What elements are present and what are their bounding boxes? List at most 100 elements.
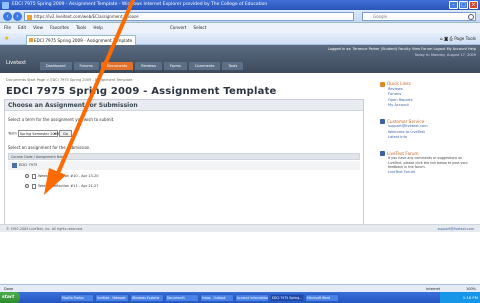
taskbar-item[interactable]: Inbox - Outlook — [200, 293, 234, 302]
date-text: Today is: Monday, August 17, 2009 — [414, 53, 476, 57]
logo-suffix: text — [16, 60, 27, 66]
minimize-button[interactable]: – — [449, 1, 458, 9]
menu-file[interactable]: File — [4, 23, 11, 33]
url-field[interactable]: https://lv2.liveitext.com/web/EC/assignm… — [24, 12, 354, 21]
main-nav: Dashboard Forums Documents Reviews Forms… — [40, 62, 244, 70]
forum-title-text: LiveText Forum — [387, 150, 419, 156]
window-titlebar: EDCI 7975 Spring 2009 - Assignment Templ… — [0, 0, 480, 10]
course-folder-icon — [12, 162, 17, 168]
page-title: EDCI 7975 Spring 2009 - Assignment Templ… — [6, 86, 277, 97]
assignment-instruction: Select an assignment for the submission. — [8, 145, 91, 150]
go-button[interactable]: Go — [59, 130, 72, 137]
user-links[interactable]: Logged in as: Terrence Parker (Student) … — [250, 47, 476, 51]
taskbar-item-active[interactable]: EDCI 7975 Spring... — [270, 293, 304, 302]
quick-links-title-text: Quick Links — [387, 81, 411, 86]
forum-description: If you have any comments or suggestions … — [388, 156, 468, 169]
tab-favicon-icon — [29, 38, 33, 42]
customer-service-icon — [380, 119, 385, 124]
menu-help[interactable]: Help — [93, 23, 103, 33]
assignment-radio[interactable] — [25, 184, 29, 188]
logo-text: Live — [6, 60, 17, 66]
taskbar-item[interactable]: Untitled - Notepad — [95, 293, 129, 302]
menu-favorites[interactable]: Favorites — [50, 23, 69, 33]
command-bar: ⌂ ◙ ⎙ Page Tools — [440, 35, 476, 43]
print-icon[interactable]: ⎙ — [449, 36, 452, 41]
nav-forums[interactable]: Forums — [73, 62, 99, 70]
taskbar-item[interactable]: Account Information — [235, 293, 269, 302]
course-group-row: EDCI 7975 — [8, 161, 360, 170]
term-instruction: Select a term for the assignment you wis… — [8, 117, 115, 122]
site-favicon-icon — [27, 14, 32, 20]
menu-view[interactable]: View — [33, 23, 43, 33]
maximize-button[interactable]: □ — [459, 1, 468, 9]
convert-button[interactable]: Convert — [170, 23, 187, 33]
nav-reviews[interactable]: Reviews — [135, 62, 162, 70]
cs-link-latest[interactable]: Latest Info — [380, 135, 476, 141]
favorites-star-icon[interactable]: ★ — [4, 36, 9, 42]
livetext-logo: Livetext — [6, 57, 36, 67]
feeds-icon[interactable]: ◙ — [444, 36, 448, 41]
nav-forms[interactable]: Forms — [163, 62, 187, 70]
tools-menu[interactable]: Tools — [466, 36, 476, 41]
system-tray-clock[interactable]: 1:16 PM — [440, 292, 480, 303]
forum-link[interactable]: LiveText Forum — [380, 170, 476, 176]
term-select[interactable]: Spring Semester 2009 — [17, 130, 60, 137]
tab-bar: ★ EDCI 7975 Spring 2009 - Assignment Tem… — [0, 33, 480, 45]
right-sidebar: Quick Links Reviews Forums Open Reports … — [380, 77, 476, 227]
customer-service-title-text: Customer Service — [387, 118, 425, 124]
search-icon[interactable] — [468, 14, 474, 20]
start-button[interactable]: start — [0, 292, 20, 303]
assignment-name: Weekly Reflection #11 - Apr 21-27 — [38, 184, 99, 188]
menu-bar: File Edit View Favorites Tools Help Conv… — [0, 23, 480, 33]
quick-link-account[interactable]: My Account — [380, 103, 476, 109]
menu-edit[interactable]: Edit — [18, 23, 26, 33]
url-text: https://lv2.liveitext.com/web/EC/assignm… — [34, 14, 139, 19]
nav-documents[interactable]: Documents — [100, 62, 134, 70]
course-group-label: EDCI 7975 — [19, 163, 38, 167]
copyright-text: © 1997-2009 LiveText, Inc. All rights re… — [6, 227, 84, 231]
main-content: Documents Start Page > EDCI 7975 Spring … — [0, 73, 480, 230]
taskbar-item[interactable]: Document1 — [165, 293, 199, 302]
quick-links-icon — [380, 81, 385, 87]
term-label: Term — [8, 131, 17, 136]
window-controls: – □ × — [449, 1, 478, 9]
forum-icon — [380, 151, 385, 156]
window-title: EDCI 7975 Spring 2009 - Assignment Templ… — [12, 2, 268, 7]
page-menu[interactable]: Page — [454, 36, 464, 41]
search-input[interactable]: Google — [362, 12, 476, 21]
tab-assignment-template[interactable]: EDCI 7975 Spring 2009 - Assignment Templ… — [26, 35, 136, 45]
address-bar: ‹ › https://lv2.liveitext.com/web/EC/ass… — [0, 10, 480, 23]
nav-tools[interactable]: Tools — [222, 62, 244, 70]
panel-title: Choose an Assignment for Submission — [5, 100, 363, 111]
taskbar-tasks: Mozilla Firefox Untitled - Notepad Windo… — [60, 293, 339, 302]
breadcrumb[interactable]: Documents Start Page > EDCI 7975 Spring … — [6, 78, 132, 82]
page-blank-area — [0, 232, 480, 284]
status-bar: Done Internet 100% — [0, 284, 480, 292]
close-button[interactable]: × — [469, 1, 478, 9]
term-row: Term Spring Semester 2009 Go — [8, 130, 72, 137]
menu-tools[interactable]: Tools — [76, 23, 86, 33]
assignment-row[interactable]: Weekly Reflection #10 - Apr 13-20 — [25, 172, 98, 180]
status-text: Done — [4, 287, 14, 291]
windows-taskbar: start Mozilla Firefox Untitled - Notepad… — [0, 292, 480, 303]
search-placeholder: Google — [373, 14, 388, 19]
document-icon — [32, 173, 36, 179]
assignment-name: Weekly Reflection #10 - Apr 13-20 — [38, 174, 99, 178]
nav-comments[interactable]: Comments — [188, 62, 221, 70]
assignment-row[interactable]: Weekly Reflection #11 - Apr 21-27 — [25, 182, 98, 190]
nav-dashboard[interactable]: Dashboard — [40, 62, 72, 70]
back-icon[interactable]: ‹ — [3, 12, 12, 21]
term-value: Spring Semester 2009 — [19, 132, 60, 136]
home-icon[interactable]: ⌂ — [440, 36, 443, 41]
assignment-radio[interactable] — [25, 174, 29, 178]
livetext-header: Livetext Logged in as: Terrence Parker (… — [0, 45, 480, 73]
taskbar-item[interactable]: Mozilla Firefox — [60, 293, 94, 302]
page-footer: © 1997-2009 LiveText, Inc. All rights re… — [0, 224, 480, 232]
select-button[interactable]: Select — [193, 23, 206, 33]
tab-title: EDCI 7975 Spring 2009 - Assignment Templ… — [34, 38, 133, 43]
assignment-panel: Choose an Assignment for Submission Sele… — [4, 99, 364, 228]
taskbar-item[interactable]: Windows Explorer — [130, 293, 164, 302]
document-icon — [32, 183, 36, 189]
taskbar-item[interactable]: Microsoft Word — [305, 293, 339, 302]
forward-icon[interactable]: › — [13, 12, 22, 21]
